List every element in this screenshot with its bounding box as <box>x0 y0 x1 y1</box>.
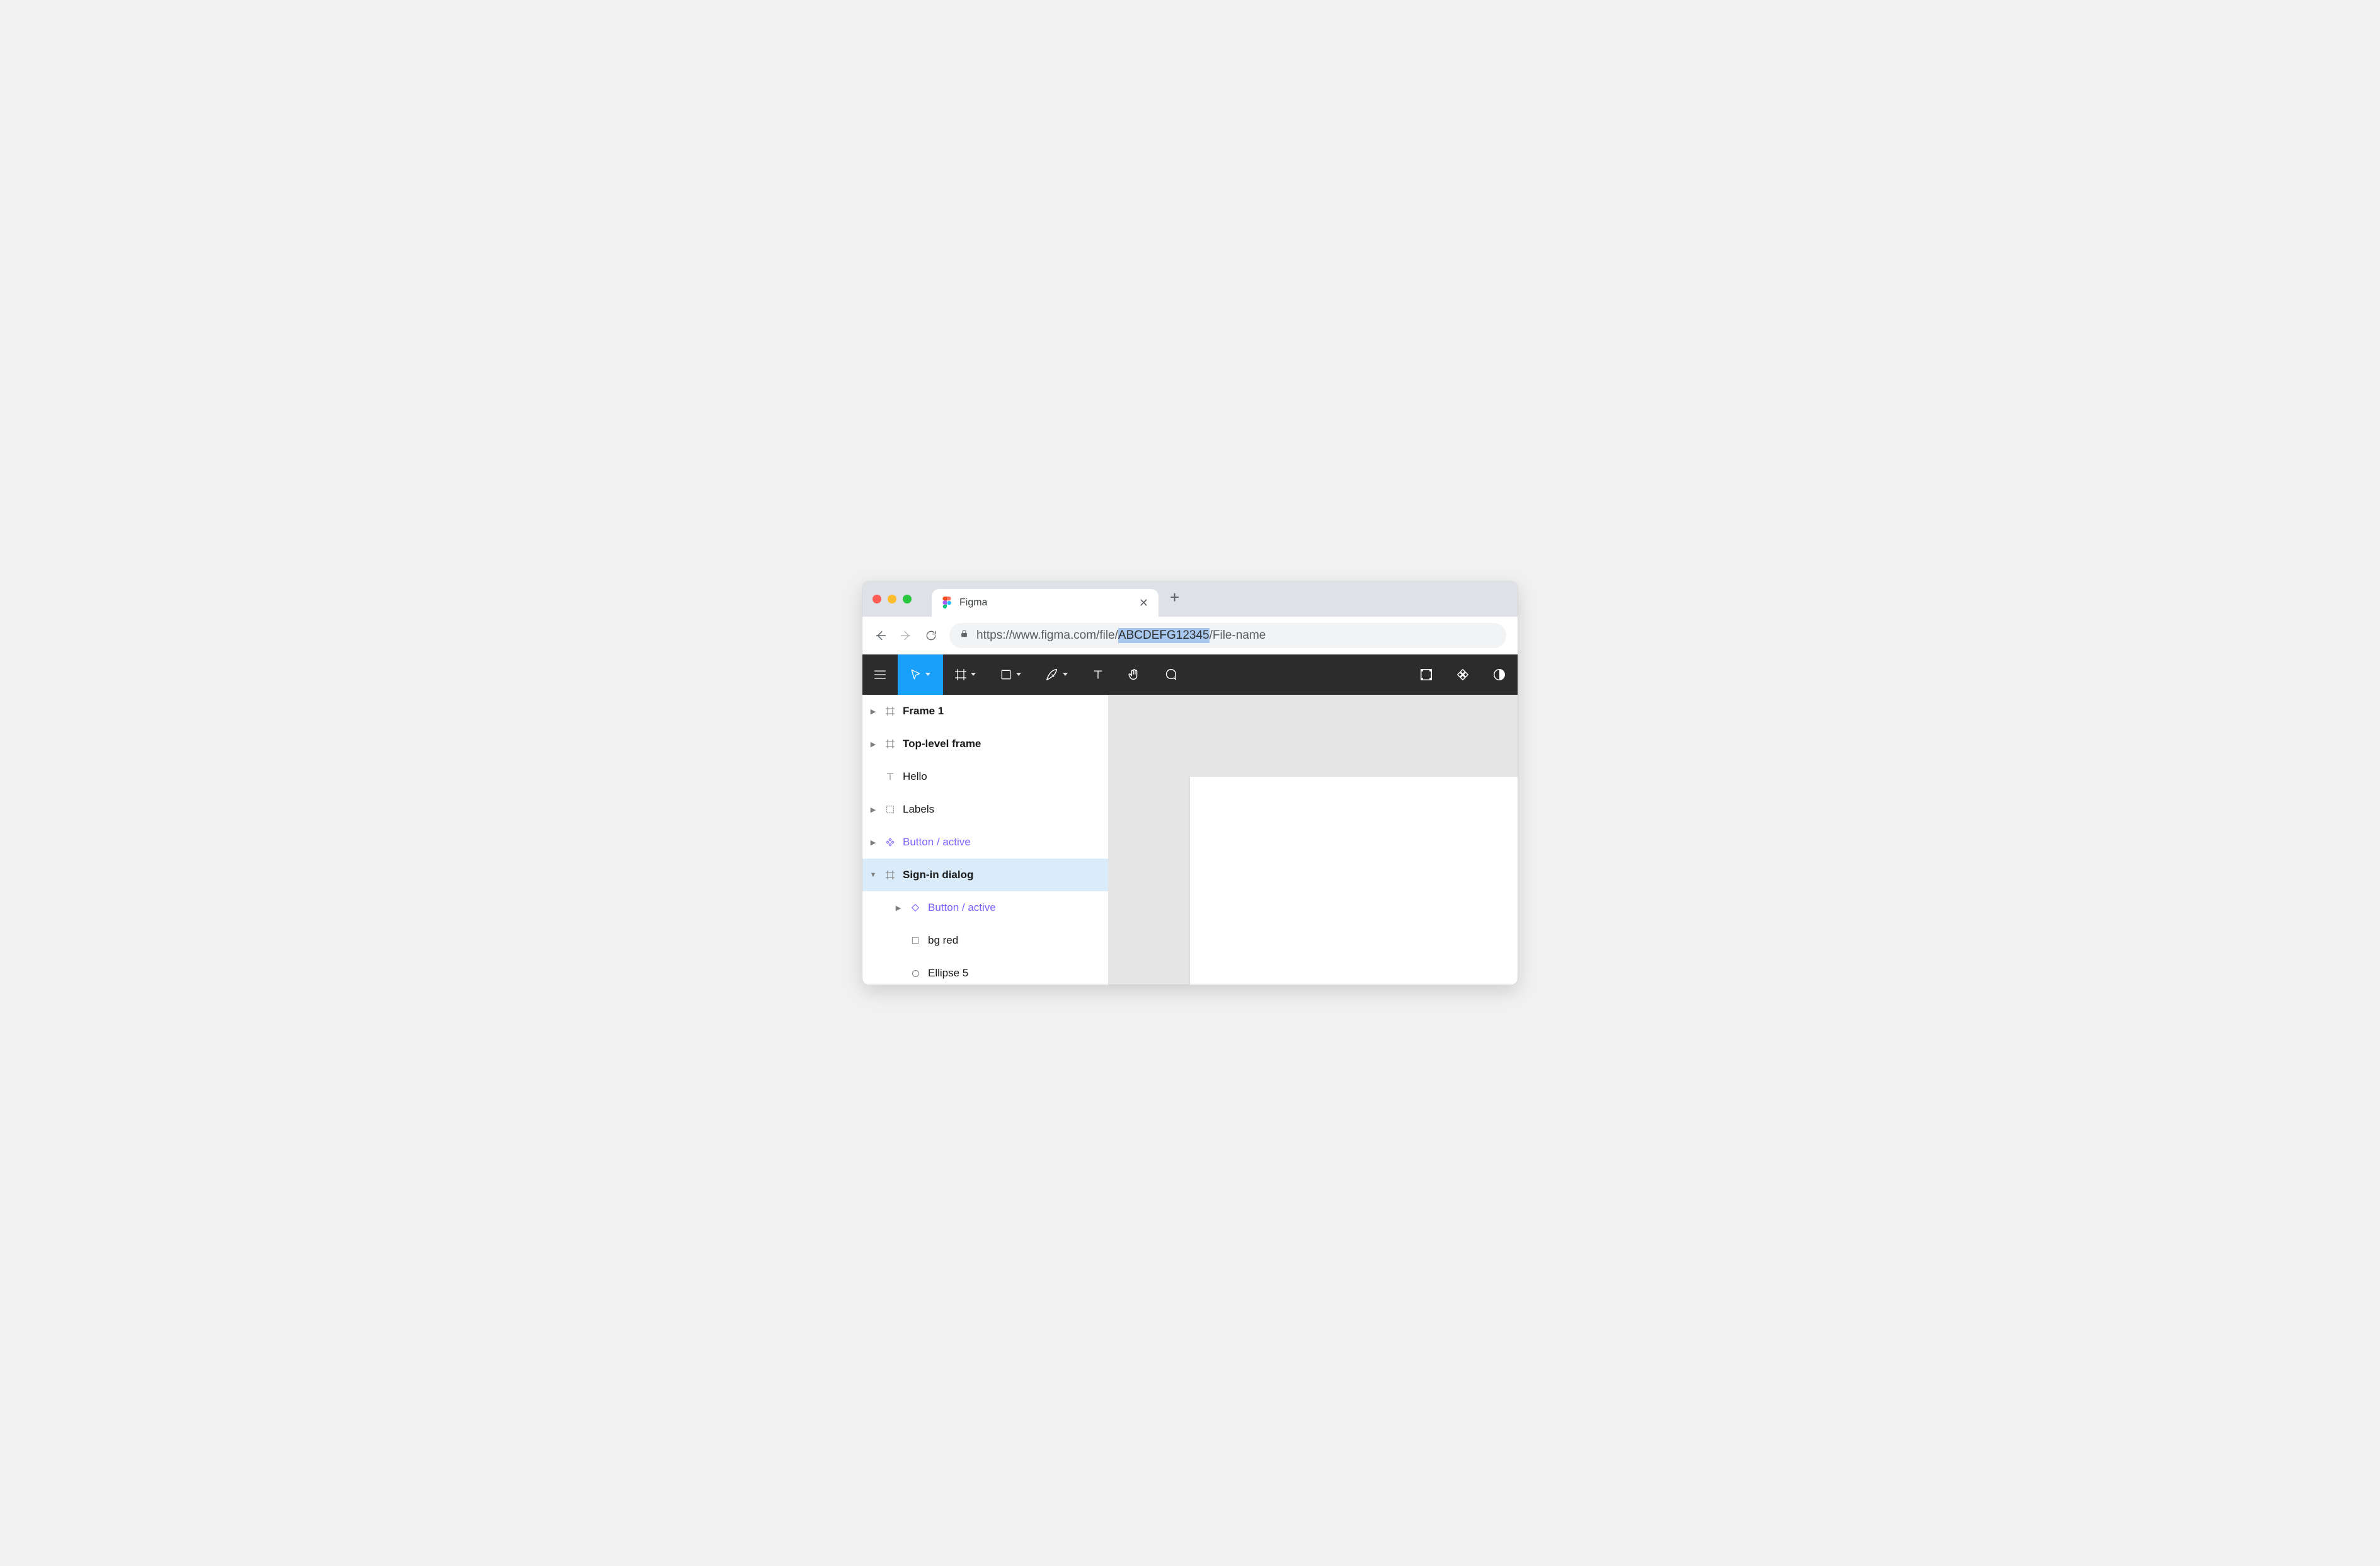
pen-tool[interactable] <box>1034 654 1080 695</box>
figma-workspace: ▶ Frame 1 ▶ Top-level frame Hello ▶ Labe… <box>862 695 1518 985</box>
layer-label: Button / active <box>903 836 971 849</box>
frame-icon <box>884 870 896 880</box>
browser-tab-bar: Figma ✕ + <box>862 581 1518 617</box>
disclosure-right-icon[interactable]: ▶ <box>869 806 878 814</box>
canvas-frame[interactable] <box>1190 777 1518 985</box>
browser-tab[interactable]: Figma ✕ <box>932 589 1159 617</box>
frame-tool[interactable] <box>943 654 988 695</box>
reload-button[interactable] <box>924 629 938 643</box>
chevron-down-icon <box>1063 673 1069 677</box>
browser-address-bar: https://www.figma.com/file/ABCDEFG12345/… <box>862 617 1518 654</box>
layer-label: Button / active <box>928 901 996 914</box>
layer-label: Frame 1 <box>903 705 944 717</box>
url-file-id-highlighted: ABCDEFG12345 <box>1118 628 1210 643</box>
url-field[interactable]: https://www.figma.com/file/ABCDEFG12345/… <box>949 623 1506 648</box>
layer-label: Sign-in dialog <box>903 869 973 881</box>
disclosure-right-icon[interactable]: ▶ <box>869 707 878 716</box>
url-suffix: /File-name <box>1210 629 1266 643</box>
layer-row-hello[interactable]: Hello <box>862 760 1108 793</box>
url-text: https://www.figma.com/file/ABCDEFG12345/… <box>976 628 1266 643</box>
layer-label: bg red <box>928 934 958 947</box>
component-icon <box>884 837 896 847</box>
layer-row-bg-red[interactable]: bg red <box>862 924 1108 957</box>
text-tool[interactable] <box>1080 654 1116 695</box>
chevron-down-icon <box>1016 673 1022 677</box>
figma-toolbar <box>862 654 1518 695</box>
disclosure-right-icon[interactable]: ▶ <box>869 838 878 847</box>
layer-label: Hello <box>903 770 927 783</box>
main-menu-button[interactable] <box>862 654 898 695</box>
layer-row-button-active-instance[interactable]: ▶ Button / active <box>862 891 1108 924</box>
layer-label: Labels <box>903 803 934 816</box>
chevron-down-icon <box>971 673 977 677</box>
text-icon <box>884 772 896 782</box>
close-tab-icon[interactable]: ✕ <box>1139 597 1148 609</box>
back-button[interactable] <box>874 629 888 643</box>
layers-panel: ▶ Frame 1 ▶ Top-level frame Hello ▶ Labe… <box>862 695 1108 985</box>
browser-tab-title: Figma <box>959 597 1131 609</box>
comment-tool[interactable] <box>1152 654 1189 695</box>
instance-icon <box>909 903 922 913</box>
close-window-button[interactable] <box>872 595 881 603</box>
maximize-window-button[interactable] <box>903 595 912 603</box>
layer-row-labels[interactable]: ▶ Labels <box>862 793 1108 826</box>
disclosure-right-icon[interactable]: ▶ <box>869 740 878 748</box>
toggle-theme-button[interactable] <box>1481 654 1518 695</box>
group-icon <box>884 804 896 814</box>
shape-tool[interactable] <box>988 654 1034 695</box>
lock-icon <box>959 628 969 643</box>
chevron-down-icon <box>925 673 932 677</box>
layer-row-frame-1[interactable]: ▶ Frame 1 <box>862 695 1108 728</box>
ellipse-icon <box>909 969 922 978</box>
components-panel-button[interactable] <box>1408 654 1445 695</box>
minimize-window-button[interactable] <box>888 595 896 603</box>
window-controls <box>872 595 912 603</box>
figma-favicon-icon <box>942 596 952 610</box>
new-tab-button[interactable]: + <box>1166 588 1183 611</box>
url-prefix: https://www.figma.com/file/ <box>976 629 1118 643</box>
frame-icon <box>884 706 896 716</box>
layer-row-ellipse-5[interactable]: Ellipse 5 <box>862 957 1108 985</box>
move-tool[interactable] <box>898 654 943 695</box>
disclosure-down-icon[interactable]: ▼ <box>869 871 878 879</box>
layer-row-sign-in-dialog[interactable]: ▼ Sign-in dialog <box>862 859 1108 891</box>
figma-canvas[interactable] <box>1108 695 1518 985</box>
hand-tool[interactable] <box>1116 654 1152 695</box>
plugins-button[interactable] <box>1445 654 1481 695</box>
layer-label: Ellipse 5 <box>928 967 968 980</box>
layer-label: Top-level frame <box>903 738 981 750</box>
rectangle-icon <box>909 936 922 945</box>
forward-button[interactable] <box>899 629 913 643</box>
layer-row-button-active-component[interactable]: ▶ Button / active <box>862 826 1108 859</box>
browser-window: Figma ✕ + https://www.figma.com/file/ABC… <box>862 581 1518 985</box>
layer-row-top-level-frame[interactable]: ▶ Top-level frame <box>862 728 1108 760</box>
frame-icon <box>884 739 896 749</box>
disclosure-right-icon[interactable]: ▶ <box>894 904 903 912</box>
